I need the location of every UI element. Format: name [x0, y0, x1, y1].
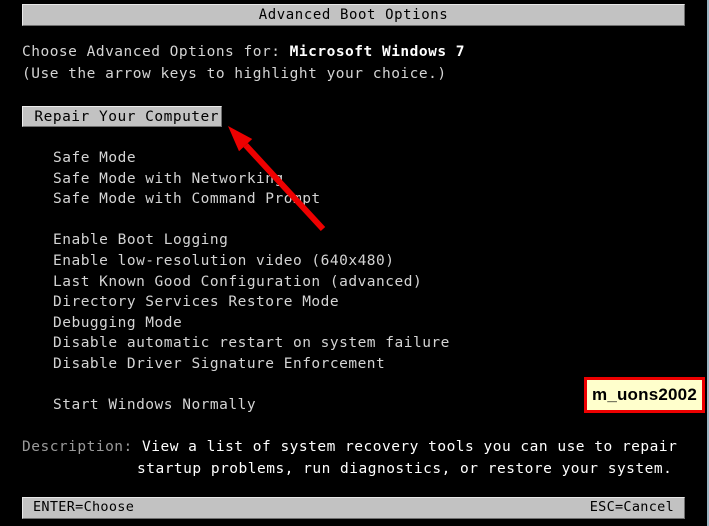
boot-option-item[interactable]: Safe Mode: [53, 148, 483, 169]
intro-line-choose-options: Choose Advanced Options for: Microsoft W…: [22, 44, 465, 60]
boot-option-item[interactable]: Disable automatic restart on system fail…: [53, 333, 483, 354]
os-name-text: Microsoft Windows 7: [289, 44, 466, 60]
page-title: Advanced Boot Options: [258, 7, 449, 23]
boot-option-item[interactable]: Last Known Good Configuration (advanced): [53, 272, 483, 293]
description-line-1: View a list of system recovery tools you…: [142, 439, 678, 455]
boot-option-item[interactable]: Disable Driver Signature Enforcement: [53, 354, 483, 375]
boot-option-item[interactable]: Start Windows Normally: [53, 395, 483, 416]
watermark-text: m_uons2002: [592, 385, 697, 404]
boot-option-item[interactable]: Directory Services Restore Mode: [53, 292, 483, 313]
description-line-2: startup problems, run diagnostics, or re…: [137, 461, 673, 477]
intro-prefix-text: Choose Advanced Options for:: [22, 44, 290, 60]
description-block: Description: View a list of system recov…: [22, 436, 677, 480]
option-spacer: [53, 375, 483, 396]
boot-options-screen: Advanced Boot Options Choose Advanced Op…: [0, 0, 709, 526]
option-spacer: [53, 210, 483, 231]
boot-option-item[interactable]: Enable low-resolution video (640x480): [53, 251, 483, 272]
boot-option-item[interactable]: Debugging Mode: [53, 313, 483, 334]
menu-item-label: Repair Your Computer: [34, 108, 219, 125]
status-enter-choose[interactable]: ENTER=Choose: [33, 501, 134, 515]
window-title-bar: Advanced Boot Options: [22, 4, 685, 26]
boot-option-item[interactable]: Safe Mode with Command Prompt: [53, 189, 483, 210]
intro-line-arrow-hint: (Use the arrow keys to highlight your ch…: [22, 66, 447, 82]
status-esc-cancel[interactable]: ESC=Cancel: [590, 501, 674, 515]
description-label: Description:: [22, 439, 142, 455]
menu-item-repair-your-computer[interactable]: Repair Your Computer: [22, 106, 222, 127]
watermark-badge: m_uons2002: [584, 377, 705, 413]
boot-option-item[interactable]: Enable Boot Logging: [53, 230, 483, 251]
boot-option-item[interactable]: Safe Mode with Networking: [53, 169, 483, 190]
boot-options-list: Safe Mode Safe Mode with Networking Safe M…: [53, 148, 483, 416]
status-bar: ENTER=Choose ESC=Cancel: [22, 497, 685, 519]
